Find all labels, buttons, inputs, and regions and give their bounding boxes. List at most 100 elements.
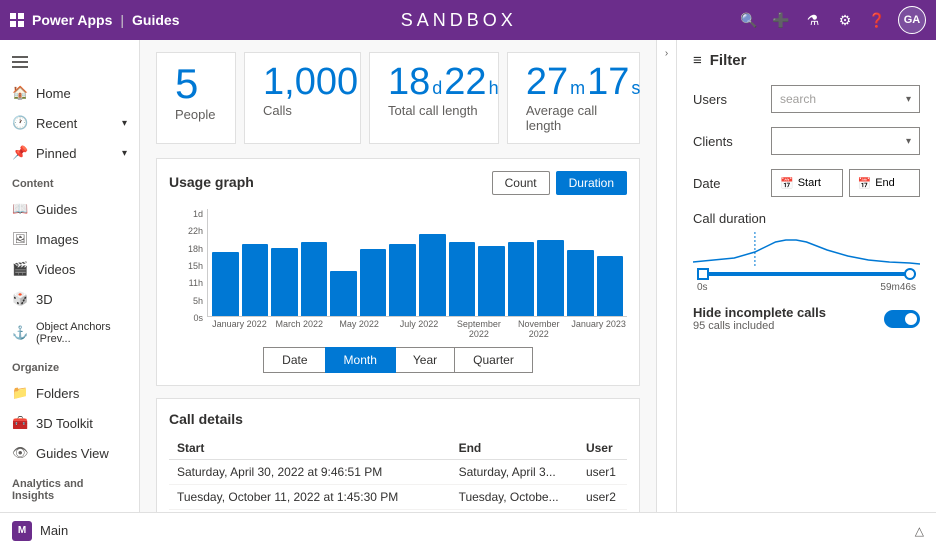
sidebar-item-home[interactable]: 🏠 Home [0,78,139,108]
count-btn[interactable]: Count [492,171,550,195]
env-arrow-icon[interactable]: △ [915,524,924,538]
filter-icon: ≡ [693,52,702,69]
period-year-btn[interactable]: Year [394,347,456,373]
call-details-table: Start End User Saturday, April 30, 2022 … [169,437,627,512]
bar [360,249,387,316]
row-user: user2 [578,485,627,510]
calls-label: Calls [263,103,292,118]
duration-slider[interactable]: 0s 59m46s [697,272,916,293]
bar [301,242,328,316]
sidebar-item-folders[interactable]: 📁 Folders [0,378,139,408]
filter-row-users: Users search ▾ [693,85,920,113]
chart-wrapper: 1d 22h 18h 15h 11h 5h 0s [169,209,627,339]
table-row[interactable]: Saturday, April 30, 2022 at 9:46:51 PM S… [169,460,627,485]
hide-incomplete-sub: 95 calls included [693,320,826,332]
total-call-days: 18 [388,63,430,101]
call-duration-section: Call duration 0s 59m46s [693,211,920,293]
sidebar-item-pinned[interactable]: 📌 Pinned ▾ [0,138,139,168]
chevron-down-icon: ▾ [122,118,127,129]
duration-btn[interactable]: Duration [556,171,627,195]
col-user: User [578,437,627,460]
sidebar-item-guides[interactable]: 📖 Guides [0,194,139,224]
hide-incomplete-toggle[interactable] [884,310,920,328]
slider-max-label: 59m46s [880,282,916,293]
sidebar-item-recent[interactable]: 🕐 Recent ▾ [0,108,139,138]
clients-label: Clients [693,134,763,149]
period-quarter-btn[interactable]: Quarter [454,347,533,373]
filter-row-date: Date 📅 Start 📅 End [693,169,920,197]
row-start: Tuesday, October 11, 2022 at 1:45:30 PM [169,485,451,510]
slider-thumb-left[interactable] [697,268,709,280]
search-icon[interactable]: 🔍 [738,9,760,31]
sidebar-label: Guides [36,202,77,217]
bars-container [207,209,627,317]
sidebar-item-3d[interactable]: 🎲 3D [0,284,139,314]
avg-call-seconds: 17 [587,63,629,101]
total-call-combined: 18 d 22 h [388,63,499,101]
total-call-hours: 22 [444,63,486,101]
users-placeholder: search [780,92,816,106]
people-number: 5 [175,63,198,105]
add-icon[interactable]: ➕ [770,9,792,31]
toolkit-icon: 🧰 [12,415,28,431]
hide-incomplete-text: Hide incomplete calls 95 calls included [693,305,826,332]
clients-input[interactable]: ▾ [771,127,920,155]
toggle-row: Hide incomplete calls 95 calls included [693,305,920,332]
total-call-label: Total call length [388,103,478,118]
table-row[interactable]: Tuesday, October 11, 2022 at 1:45:30 PM … [169,485,627,510]
bar [537,240,564,316]
hide-incomplete-section: Hide incomplete calls 95 calls included [693,305,920,332]
row-user: user1 [578,460,627,485]
slider-thumb-right[interactable] [904,268,916,280]
recent-icon: 🕐 [12,115,28,131]
sidebar-item-images[interactable]: 🖼 Images [0,224,139,254]
stat-card-calls: 1,000 Calls [244,52,361,144]
organize-section-label: Organize [0,352,139,378]
sidebar-item-3d-toolkit[interactable]: 🧰 3D Toolkit [0,408,139,438]
chevron-down-icon: ▾ [122,148,127,159]
end-date-btn[interactable]: 📅 End [849,169,921,197]
analytics-section-label: Analytics and Insights [0,468,139,506]
row-end: Tuesday, Octobe... [451,485,578,510]
help-icon[interactable]: ❓ [866,9,888,31]
filter-icon[interactable]: ⚗ [802,9,824,31]
panel-toggle[interactable]: › [656,40,676,512]
grid-icon[interactable] [10,13,24,27]
col-start: Start [169,437,451,460]
bar [389,244,416,316]
people-label: People [175,107,215,122]
calls-number: 1,000 [263,63,358,101]
filter-header: ≡ Filter [693,52,920,69]
hamburger-menu[interactable] [0,46,139,78]
users-search-input[interactable]: search ▾ [771,85,920,113]
env-icon: M [12,521,32,541]
date-buttons: 📅 Start 📅 End [771,169,920,197]
call-duration-label: Call duration [693,211,766,226]
bar [478,246,505,316]
chart-controls: Count Duration [492,171,627,195]
call-details-card: Call details Start End User Saturday, Ap… [156,398,640,512]
start-date-btn[interactable]: 📅 Start [771,169,843,197]
toggle-knob [905,313,917,325]
minutes-unit: m [570,78,585,99]
period-month-btn[interactable]: Month [325,347,396,373]
brand-area: Power Apps | Guides [10,12,180,28]
avatar[interactable]: GA [898,6,926,34]
sidebar-item-object-anchors[interactable]: ⚓ Object Anchors (Prev... [0,314,139,352]
settings-icon[interactable]: ⚙ [834,9,856,31]
sidebar-item-guides-view[interactable]: 👁 Guides View [0,438,139,468]
top-nav: Power Apps | Guides SANDBOX 🔍 ➕ ⚗ ⚙ ❓ GA [0,0,936,40]
date-label: Date [693,176,763,191]
sidebar-item-videos[interactable]: 🎬 Videos [0,254,139,284]
seconds-unit: s [631,78,640,99]
calendar-icon: 📅 [780,177,794,190]
period-date-btn[interactable]: Date [263,347,326,373]
duration-chart-svg [693,232,920,268]
row-end: Saturday, April 3... [451,460,578,485]
stat-card-people: 5 People [156,52,236,144]
avg-call-minutes: 27 [526,63,568,101]
bar [242,244,269,316]
view-icon: 👁 [12,445,28,461]
anchor-icon: ⚓ [12,325,28,341]
sidebar-label: Images [36,232,79,247]
